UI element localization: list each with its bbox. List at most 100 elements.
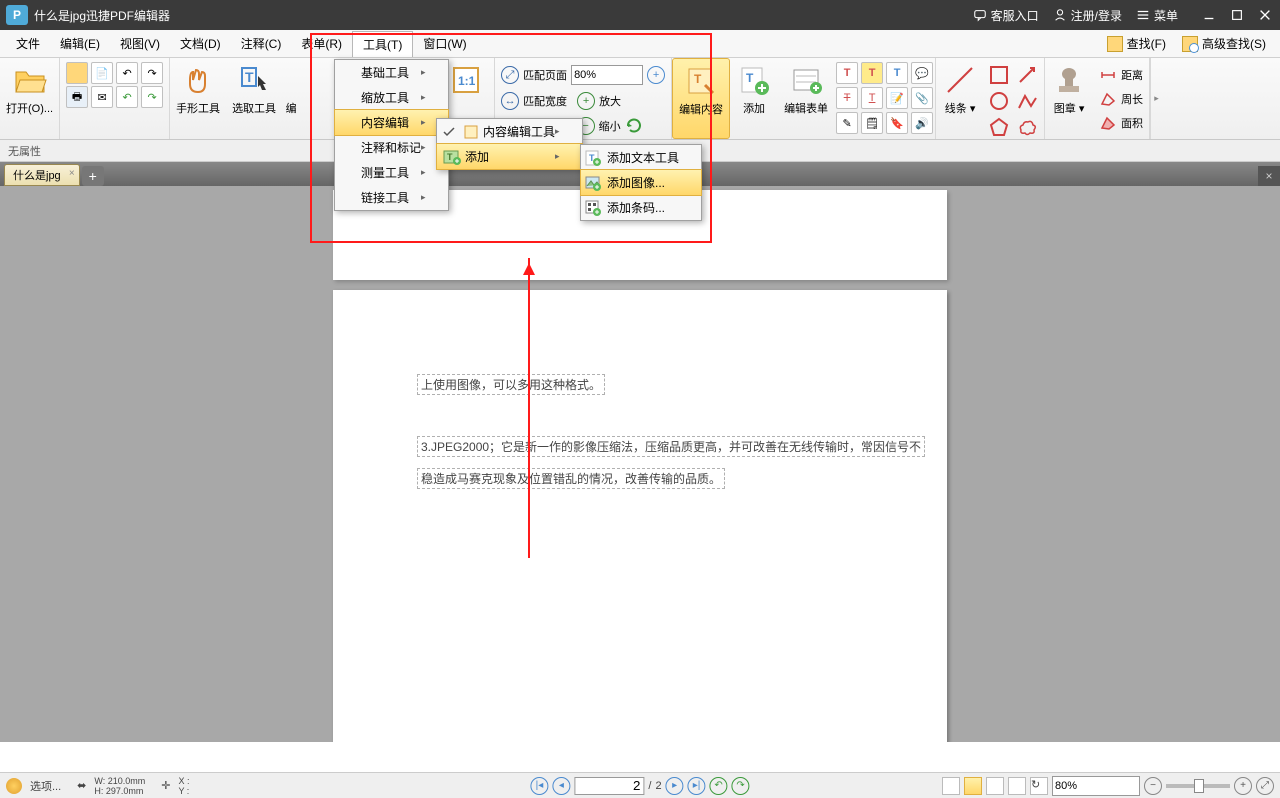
- zoom-plus-icon[interactable]: +: [647, 66, 665, 84]
- text-block-1[interactable]: 上使用图像，可以多用这种格式。: [417, 374, 605, 395]
- page-number-input[interactable]: [574, 777, 644, 795]
- tools-measure[interactable]: 测量工具▸: [335, 160, 448, 185]
- menu-tools[interactable]: 工具(T): [352, 31, 413, 57]
- callout-icon[interactable]: 💬: [911, 62, 933, 84]
- advanced-find-button[interactable]: 高级查找(S): [1174, 35, 1274, 52]
- add-text-tool[interactable]: T 添加文本工具: [581, 145, 701, 170]
- support-link[interactable]: 客服入口: [973, 7, 1039, 24]
- view-continuous-button[interactable]: [964, 777, 982, 795]
- tools-annotate[interactable]: 注释和标记▸: [335, 135, 448, 160]
- tools-link[interactable]: 链接工具▸: [335, 185, 448, 210]
- stamp-button[interactable]: 图章 ▾: [1045, 58, 1093, 139]
- undo-button[interactable]: ↶: [116, 62, 138, 84]
- sticky-icon[interactable]: 🗒: [861, 112, 883, 134]
- nav-next-button[interactable]: ▸: [666, 777, 684, 795]
- note-icon[interactable]: 📝: [886, 87, 908, 109]
- redo-arrow-button[interactable]: ↷: [141, 86, 163, 108]
- maximize-button[interactable]: [1230, 8, 1244, 22]
- nav-first-button[interactable]: |◂: [530, 777, 548, 795]
- menu-window[interactable]: 窗口(W): [413, 31, 476, 56]
- text-block-3[interactable]: 稳造成马赛克现象及位置错乱的情况，改善传输的品质。: [417, 468, 725, 489]
- content-edit-add[interactable]: T添加▸: [436, 143, 583, 170]
- add-button[interactable]: T 添加: [730, 58, 778, 139]
- ribbon-toolbar: 打开(O)... 📄↶↷ 🖶✉↶↷ 手形工具 T 选取工具 编 板 ▾ 1:1 …: [0, 58, 1280, 140]
- mail-button[interactable]: ✉: [91, 86, 113, 108]
- main-menu-button[interactable]: 菜单: [1136, 7, 1178, 24]
- nav-prev-button[interactable]: ◂: [552, 777, 570, 795]
- stamp-small-icon[interactable]: 🔖: [886, 112, 908, 134]
- polygon-shape-icon[interactable]: [988, 116, 1010, 138]
- close-button[interactable]: [1258, 8, 1272, 22]
- undo-arrow-button[interactable]: ↶: [116, 86, 138, 108]
- menu-view[interactable]: 视图(V): [110, 31, 170, 56]
- redo-button[interactable]: ↷: [141, 62, 163, 84]
- pdf-page[interactable]: 上使用图像，可以多用这种格式。 3.JPEG2000；它是新一作的影像压缩法，压…: [333, 290, 947, 742]
- zoom-slider[interactable]: [1166, 784, 1230, 788]
- highlight-tool-icon[interactable]: T: [861, 62, 883, 84]
- zoom-out-status[interactable]: −: [1144, 777, 1162, 795]
- minimize-button[interactable]: [1202, 8, 1216, 22]
- options-button[interactable]: 选项...: [30, 778, 61, 794]
- strikeout-icon[interactable]: T: [836, 87, 858, 109]
- add-barcode-tool[interactable]: 添加条码...: [581, 195, 701, 220]
- zoom-in-button[interactable]: +: [577, 92, 595, 110]
- underline-icon[interactable]: T: [861, 87, 883, 109]
- print-button[interactable]: 🖶: [66, 86, 88, 108]
- nav-last-button[interactable]: ▸|: [688, 777, 706, 795]
- new-button[interactable]: 📄: [91, 62, 113, 84]
- sound-icon[interactable]: 🔊: [911, 112, 933, 134]
- area-button[interactable]: 面积: [1099, 112, 1143, 133]
- zoom-fit-status[interactable]: ⤢: [1256, 777, 1274, 795]
- content-edit-tools[interactable]: 内容编辑工具▸: [437, 119, 582, 144]
- status-zoom-select[interactable]: [1052, 776, 1140, 796]
- add-tab-button[interactable]: +: [82, 166, 104, 186]
- zoom-in-status[interactable]: +: [1234, 777, 1252, 795]
- one-to-one-icon: 1:1: [448, 62, 484, 98]
- tools-content-edit[interactable]: 内容编辑▸: [334, 109, 449, 136]
- ribbon-expand-icon[interactable]: ▸: [1150, 58, 1162, 139]
- close-tab-icon[interactable]: ×: [69, 168, 75, 179]
- document-tab[interactable]: 什么是jpg×: [4, 164, 80, 186]
- find-button[interactable]: 查找(F): [1099, 35, 1174, 52]
- select-tool-button[interactable]: T 选取工具: [226, 58, 282, 139]
- pencil-icon[interactable]: ✎: [836, 112, 858, 134]
- attach-icon[interactable]: 📎: [911, 87, 933, 109]
- view-facing-cont-button[interactable]: [1008, 777, 1026, 795]
- lines-button[interactable]: 线条 ▾: [936, 58, 984, 139]
- tabs-close-button[interactable]: ×: [1258, 166, 1280, 186]
- tools-zoom[interactable]: 缩放工具▸: [335, 85, 448, 110]
- hand-tool-button[interactable]: 手形工具: [170, 58, 226, 139]
- open-button[interactable]: 打开(O)...: [0, 58, 59, 139]
- cloud-shape-icon[interactable]: [1016, 116, 1038, 138]
- view-rotate-button[interactable]: ↻: [1030, 777, 1048, 795]
- arrow-shape-icon[interactable]: [1016, 64, 1038, 86]
- perimeter-button[interactable]: 周长: [1099, 88, 1143, 109]
- zoom-select[interactable]: [571, 65, 643, 85]
- menu-file[interactable]: 文件: [6, 31, 50, 56]
- distance-button[interactable]: 距离: [1099, 64, 1143, 85]
- nav-forward-button[interactable]: ↷: [732, 777, 750, 795]
- edit-form-button[interactable]: 编辑表单: [778, 58, 834, 139]
- text-block-2[interactable]: 3.JPEG2000；它是新一作的影像压缩法，压缩品质更高，并可改善在无线传输时…: [417, 436, 925, 457]
- edit-tool-partial[interactable]: 编: [282, 58, 300, 139]
- login-link[interactable]: 注册/登录: [1053, 7, 1122, 24]
- menu-edit[interactable]: 编辑(E): [50, 31, 110, 56]
- view-facing-button[interactable]: [986, 777, 1004, 795]
- nav-back-button[interactable]: ↶: [710, 777, 728, 795]
- circle-shape-icon[interactable]: [988, 90, 1010, 112]
- save-button[interactable]: [66, 62, 88, 84]
- text-tool-icon[interactable]: T: [836, 62, 858, 84]
- add-image-tool[interactable]: 添加图像...: [580, 169, 702, 196]
- text-box-icon[interactable]: T: [886, 62, 908, 84]
- menu-comment[interactable]: 注释(C): [231, 31, 292, 56]
- menu-form[interactable]: 表单(R): [291, 31, 352, 56]
- options-icon[interactable]: [6, 778, 22, 794]
- rect-shape-icon[interactable]: [988, 64, 1010, 86]
- edit-content-button[interactable]: T 编辑内容: [672, 58, 730, 139]
- refresh-icon[interactable]: [625, 117, 643, 135]
- document-workspace[interactable]: 上使用图像，可以多用这种格式。 3.JPEG2000；它是新一作的影像压缩法，压…: [0, 186, 1280, 742]
- menu-document[interactable]: 文档(D): [170, 31, 231, 56]
- tools-basic[interactable]: 基础工具▸: [335, 60, 448, 85]
- view-single-button[interactable]: [942, 777, 960, 795]
- polyline-shape-icon[interactable]: [1016, 90, 1038, 112]
